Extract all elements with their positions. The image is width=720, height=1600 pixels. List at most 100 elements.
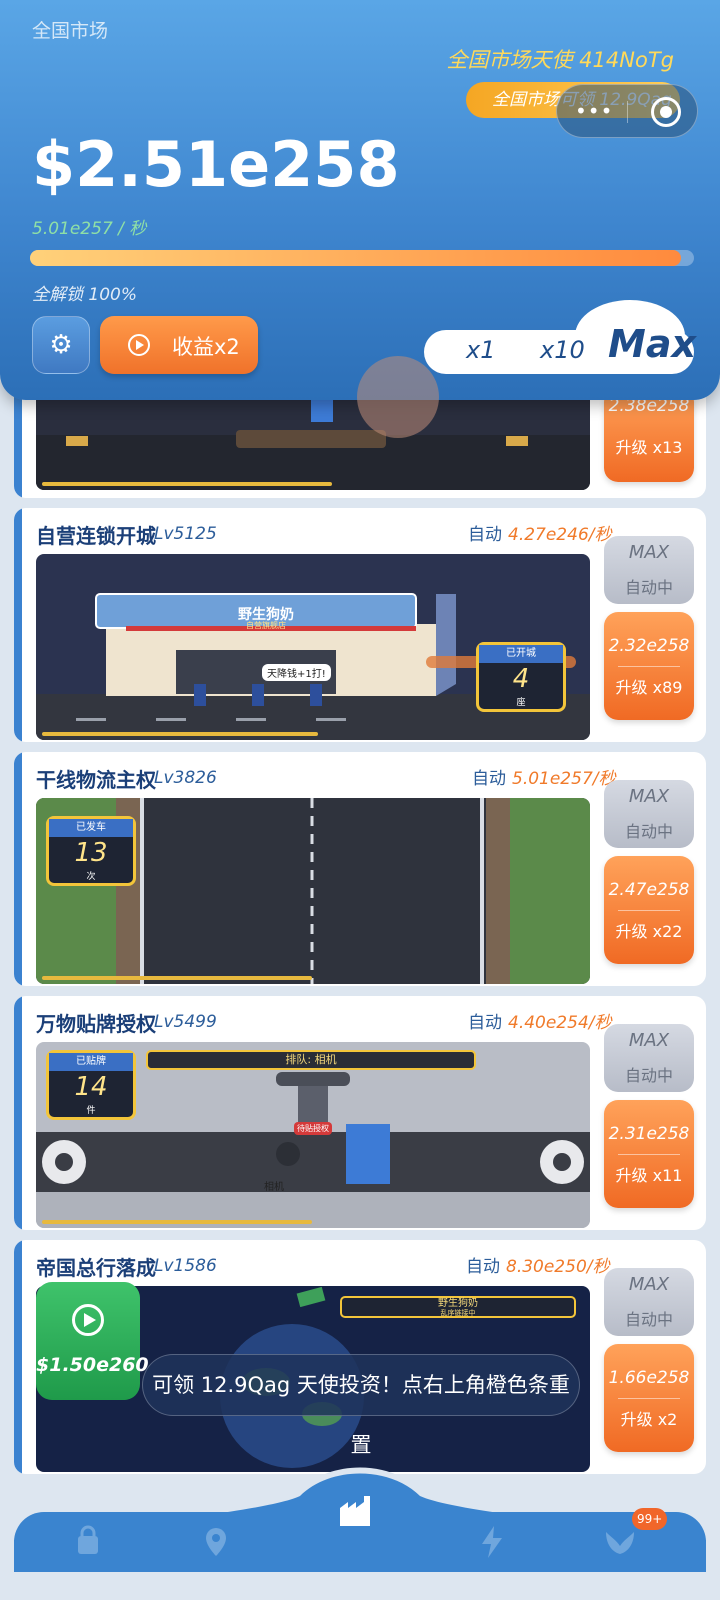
item-label: 相机	[264, 1182, 284, 1193]
card-stripe	[14, 1240, 22, 1474]
business-scene[interactable]: 排队: 相机 待贴授权 相机 已贴牌 14 件	[36, 1042, 590, 1228]
miniapp-capsule[interactable]: •••	[556, 84, 698, 138]
scene-progress	[42, 482, 332, 486]
max-label: MAX	[628, 542, 670, 563]
business-rate: 4.27e246/秒	[508, 525, 612, 545]
upgrade-button[interactable]: 2.31e258 升级 x11	[604, 1100, 694, 1208]
business-level: Lv5499	[154, 1012, 217, 1032]
factory-icon[interactable]	[336, 1490, 376, 1530]
upgrade-label: 升级 x13	[615, 438, 683, 457]
business-name: 帝国总行落成	[36, 1256, 156, 1280]
gear-icon: ⚙	[49, 330, 73, 360]
queue-bar: 排队: 相机	[146, 1050, 476, 1070]
upgrade-button[interactable]: 2.32e258 升级 x89	[604, 612, 694, 720]
upgrade-label: 升级 x2	[620, 1410, 678, 1429]
max-auto-button[interactable]: MAX 自动中	[604, 1268, 694, 1336]
auto-label: 自动	[468, 525, 502, 545]
more-icon[interactable]: •••	[575, 99, 613, 123]
angel-toast: 可领 12.9Qag 天使投资！点右上角橙色条重置	[142, 1354, 580, 1457]
sign-unit: 次	[86, 872, 96, 882]
wings-icon[interactable]	[602, 1524, 638, 1560]
play-icon	[72, 1304, 104, 1336]
upgrade-cost: 2.47e258	[608, 880, 690, 900]
auto-status: 自动中	[624, 578, 673, 597]
business-card-2: 干线物流主权 Lv3826 自动 5.01e257/秒 已发车 13 次 MAX…	[14, 752, 706, 986]
brand-banner-subtitle: 乱序链接中	[440, 1309, 476, 1317]
boost-label: 收益x2	[172, 335, 240, 359]
bag-icon[interactable]	[70, 1524, 106, 1560]
settings-button[interactable]: ⚙	[32, 316, 90, 374]
multiplier-max[interactable]: Max	[608, 322, 696, 366]
business-level: Lv5125	[154, 524, 217, 544]
sign-unit: 件	[86, 1106, 96, 1116]
market-title: 全国市场	[32, 20, 109, 42]
income-rate: 5.01e257 / 秒	[32, 219, 147, 239]
pending-tag: 待贴授权	[294, 1122, 332, 1135]
upgrade-divider	[618, 1154, 680, 1155]
upgrade-cost: 2.32e258	[608, 636, 690, 656]
max-auto-button[interactable]: MAX 自动中	[604, 1024, 694, 1092]
money-total: $2.51e258	[32, 128, 400, 201]
touch-indicator	[357, 356, 439, 438]
upgrade-label: 升级 x89	[615, 678, 683, 697]
upgrade-divider	[618, 910, 680, 911]
business-name: 干线物流主权	[36, 768, 156, 792]
unlock-text: 全解锁 100%	[32, 285, 138, 305]
label-count-sign: 已贴牌 14 件	[46, 1050, 136, 1120]
business-rate: 8.30e250/秒	[506, 1257, 610, 1277]
business-card-3: 万物贴牌授权 Lv5499 自动 4.40e254/秒 排队: 相机 待贴授权 …	[14, 996, 706, 1230]
business-level: Lv3826	[154, 768, 217, 788]
multiplier-x1[interactable]: x1	[466, 336, 495, 364]
business-card-1: 自营连锁开城 Lv5125 自动 4.27e246/秒 野生狗奶 自营旗舰店 天…	[14, 508, 706, 742]
auto-status: 自动中	[624, 1310, 673, 1329]
business-name: 万物贴牌授权	[36, 1012, 156, 1036]
brand-banner: 野生狗奶 乱序链接中	[340, 1296, 576, 1318]
scene-progress	[42, 976, 312, 980]
sign-unit: 座	[516, 698, 526, 708]
auto-status: 自动中	[624, 822, 673, 841]
close-target-icon[interactable]	[651, 97, 681, 127]
unlock-progress-fill	[30, 250, 681, 266]
max-auto-button[interactable]: MAX 自动中	[604, 780, 694, 848]
business-scene[interactable]: 已发车 13 次	[36, 798, 590, 984]
card-stripe	[14, 996, 22, 1230]
upgrade-cost: 1.66e258	[608, 1368, 690, 1388]
scene-progress	[42, 1220, 312, 1224]
business-name: 自营连锁开城	[36, 524, 156, 548]
card-stripe	[14, 752, 22, 986]
business-rate: 4.40e254/秒	[508, 1013, 612, 1033]
sign-value: 14	[74, 1072, 108, 1102]
dispatch-count-sign: 已发车 13 次	[46, 816, 136, 886]
boost-x2-button[interactable]: 收益x2	[100, 316, 258, 374]
auto-status: 自动中	[624, 1066, 673, 1085]
brand-banner-title: 野生狗奶	[438, 1298, 478, 1309]
video-reward-amount: $1.50e260	[36, 1354, 149, 1376]
multiplier-x10[interactable]: x10	[540, 336, 585, 364]
sign-value: 13	[74, 838, 108, 868]
sign-header: 已开城	[479, 645, 563, 663]
speech-bubble: 天降钱+1打!	[262, 664, 331, 681]
business-rate: 5.01e257/秒	[512, 769, 616, 789]
upgrade-button[interactable]: 2.38e258 升级 x13	[604, 388, 694, 482]
lightning-icon[interactable]	[474, 1524, 510, 1560]
unlock-progress-bar	[30, 250, 694, 266]
auto-label: 自动	[466, 1257, 500, 1277]
max-auto-button[interactable]: MAX 自动中	[604, 536, 694, 604]
max-label: MAX	[628, 1274, 670, 1295]
upgrade-divider	[618, 1398, 680, 1399]
business-scene[interactable]: 野生狗奶 自营旗舰店 天降钱+1打! 已开城 4 座	[36, 554, 590, 740]
map-pin-icon[interactable]	[198, 1524, 234, 1560]
notification-badge: 99+	[632, 1508, 668, 1530]
upgrade-label: 升级 x11	[615, 1166, 683, 1185]
angel-investor-text: 全国市场天使 414NoTg	[446, 48, 674, 72]
card-stripe	[14, 508, 22, 742]
upgrade-divider	[618, 666, 680, 667]
market-header: 全国市场 全国市场天使 414NoTg 全国市场可领 12.9Qag ••• $…	[0, 0, 720, 400]
video-reward-button[interactable]: $1.50e260	[36, 1282, 149, 1400]
upgrade-button[interactable]: 1.66e258 升级 x2	[604, 1344, 694, 1452]
store-sign-subtitle: 自营旗舰店	[246, 621, 286, 630]
business-level: Lv1586	[154, 1256, 217, 1276]
upgrade-button[interactable]: 2.47e258 升级 x22	[604, 856, 694, 964]
auto-label: 自动	[472, 769, 506, 789]
capsule-divider	[627, 101, 628, 123]
